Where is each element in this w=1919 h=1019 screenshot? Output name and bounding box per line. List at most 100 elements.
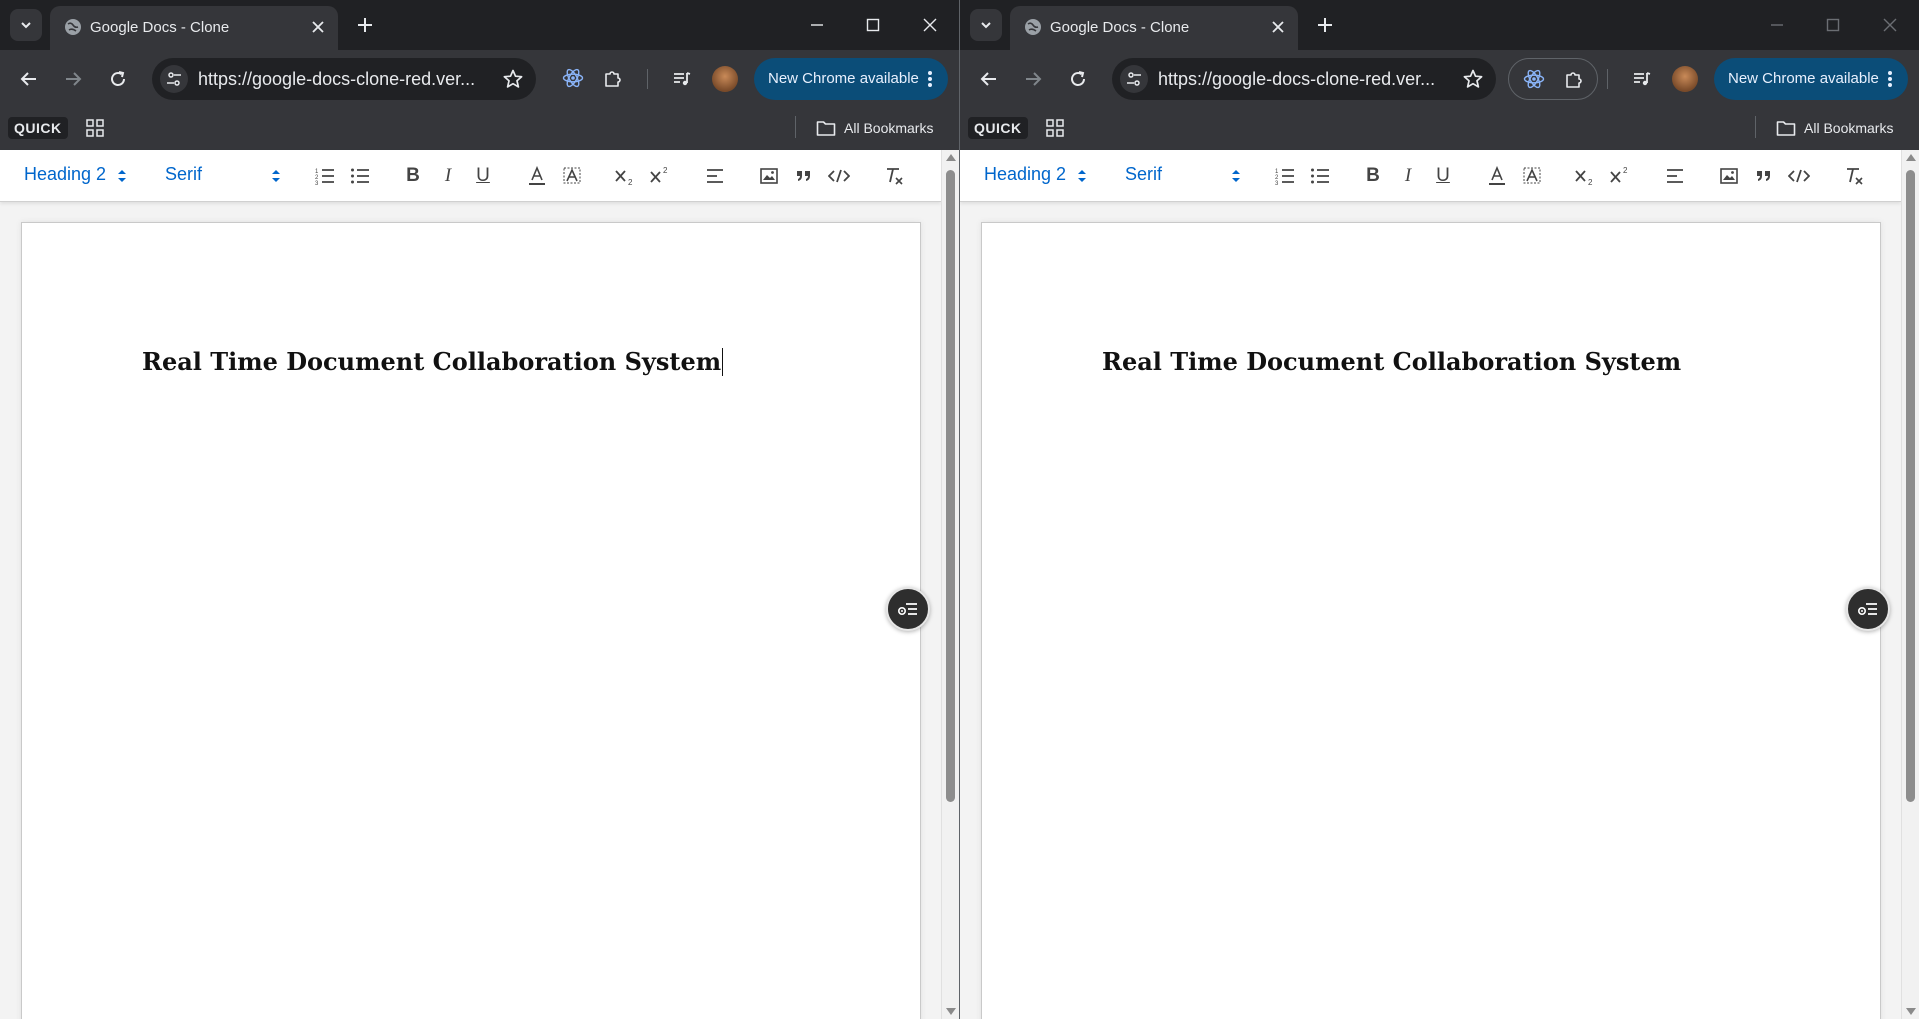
bookmark-star-button[interactable] bbox=[1462, 68, 1484, 90]
profile-avatar[interactable] bbox=[712, 66, 738, 92]
forward-button[interactable] bbox=[1018, 64, 1048, 94]
media-controls-button[interactable] bbox=[667, 64, 697, 94]
ordered-list-button[interactable]: 123 bbox=[312, 163, 338, 189]
all-bookmarks-button[interactable]: All Bookmarks bbox=[816, 116, 933, 140]
bold-button[interactable]: B bbox=[1360, 163, 1386, 189]
tab-search-button[interactable] bbox=[10, 9, 42, 41]
address-bar[interactable]: https://google-docs-clone-red.ver... bbox=[152, 58, 536, 100]
new-chrome-available-button[interactable]: New Chrome available bbox=[754, 58, 948, 100]
back-button[interactable] bbox=[974, 64, 1004, 94]
apps-button[interactable] bbox=[1044, 117, 1066, 139]
heading-select[interactable]: Heading 2 bbox=[984, 164, 1066, 185]
maximize-button[interactable] bbox=[860, 12, 886, 38]
tab-close-button[interactable] bbox=[308, 17, 328, 37]
site-settings-button[interactable] bbox=[1120, 65, 1148, 93]
bullet-list-button[interactable] bbox=[347, 163, 373, 189]
vertical-scrollbar[interactable] bbox=[941, 150, 959, 1019]
back-button[interactable] bbox=[14, 64, 44, 94]
document-heading[interactable]: Real Time Document Collaboration System bbox=[142, 347, 724, 376]
update-label: New Chrome available bbox=[1728, 70, 1879, 87]
code-block-button[interactable] bbox=[1786, 163, 1812, 189]
underline-button[interactable]: U bbox=[1430, 163, 1456, 189]
browser-tab[interactable]: Google Docs - Clone bbox=[1010, 6, 1298, 50]
close-window-button[interactable] bbox=[1877, 12, 1903, 38]
new-chrome-available-button[interactable]: New Chrome available bbox=[1714, 58, 1908, 100]
bullet-list-button[interactable] bbox=[1307, 163, 1333, 189]
clear-formatting-button[interactable] bbox=[881, 163, 907, 189]
background-color-button[interactable] bbox=[559, 163, 585, 189]
ordered-list-button[interactable]: 123 bbox=[1272, 163, 1298, 189]
bookmark-star-button[interactable] bbox=[502, 68, 524, 90]
insert-image-button[interactable] bbox=[756, 163, 782, 189]
address-bar[interactable]: https://google-docs-clone-red.ver... bbox=[1112, 58, 1496, 100]
all-bookmarks-button[interactable]: All Bookmarks bbox=[1776, 116, 1893, 140]
scrollbar-thumb[interactable] bbox=[946, 170, 955, 802]
browser-tab[interactable]: Google Docs - Clone bbox=[50, 6, 338, 50]
scroll-down-arrow[interactable] bbox=[1906, 1008, 1916, 1015]
bookmark-quick[interactable]: QUICK bbox=[8, 117, 68, 139]
align-button[interactable] bbox=[702, 163, 728, 189]
blockquote-button[interactable] bbox=[791, 163, 817, 189]
reload-button[interactable] bbox=[103, 64, 133, 94]
scroll-up-arrow[interactable] bbox=[1906, 154, 1916, 161]
media-controls-button[interactable] bbox=[1627, 64, 1657, 94]
underline-button[interactable]: U bbox=[470, 163, 496, 189]
close-icon bbox=[1272, 21, 1284, 33]
document-outline-button[interactable] bbox=[886, 587, 930, 631]
subscript-icon: 2 bbox=[615, 170, 633, 186]
profile-avatar[interactable] bbox=[1672, 66, 1698, 92]
tab-close-button[interactable] bbox=[1268, 17, 1288, 37]
new-tab-button[interactable] bbox=[352, 12, 378, 38]
vertical-scrollbar[interactable] bbox=[1901, 150, 1919, 1019]
italic-button[interactable]: I bbox=[435, 163, 461, 189]
minimize-button[interactable] bbox=[804, 12, 830, 38]
text-color-button[interactable] bbox=[1484, 163, 1510, 189]
tab-search-button[interactable] bbox=[970, 9, 1002, 41]
blockquote-button[interactable] bbox=[1751, 163, 1777, 189]
tab-title: Google Docs - Clone bbox=[90, 19, 230, 36]
italic-button[interactable]: I bbox=[1395, 163, 1421, 189]
document-page[interactable]: Real Time Document Collaboration System bbox=[21, 222, 921, 1019]
new-tab-button[interactable] bbox=[1312, 12, 1338, 38]
extensions-button[interactable] bbox=[1559, 64, 1589, 94]
chrome-menu-button[interactable] bbox=[920, 68, 940, 90]
reload-icon bbox=[1071, 71, 1085, 86]
more-vertical-icon bbox=[928, 71, 932, 87]
superscript-button[interactable]: 2 bbox=[647, 163, 673, 189]
browser-window-left: Google Docs - Clone https://google-docs-… bbox=[0, 0, 959, 1019]
react-devtools-extension[interactable] bbox=[558, 63, 588, 93]
code-block-button[interactable] bbox=[826, 163, 852, 189]
heading-select[interactable]: Heading 2 bbox=[24, 164, 106, 185]
document-heading[interactable]: Real Time Document Collaboration System bbox=[1102, 347, 1681, 376]
scroll-down-arrow[interactable] bbox=[946, 1008, 956, 1015]
scroll-up-arrow[interactable] bbox=[946, 154, 956, 161]
forward-button[interactable] bbox=[58, 64, 88, 94]
superscript-button[interactable]: 2 bbox=[1607, 163, 1633, 189]
scrollbar-thumb[interactable] bbox=[1906, 170, 1915, 802]
insert-image-button[interactable] bbox=[1716, 163, 1742, 189]
document-outline-button[interactable] bbox=[1846, 587, 1890, 631]
bold-button[interactable]: B bbox=[400, 163, 426, 189]
clear-formatting-button[interactable] bbox=[1841, 163, 1867, 189]
extensions-button[interactable] bbox=[598, 63, 628, 93]
maximize-button[interactable] bbox=[1820, 12, 1846, 38]
chrome-menu-button[interactable] bbox=[1880, 68, 1900, 90]
minimize-button[interactable] bbox=[1764, 12, 1790, 38]
font-select[interactable]: Serif bbox=[165, 164, 202, 185]
background-color-button[interactable] bbox=[1519, 163, 1545, 189]
align-left-icon bbox=[1667, 169, 1683, 183]
select-arrows-icon bbox=[1078, 170, 1086, 182]
font-select[interactable]: Serif bbox=[1125, 164, 1162, 185]
subscript-button[interactable]: 2 bbox=[1572, 163, 1598, 189]
document-page[interactable]: Real Time Document Collaboration System bbox=[981, 222, 1881, 1019]
subscript-button[interactable]: 2 bbox=[612, 163, 638, 189]
site-settings-button[interactable] bbox=[160, 65, 188, 93]
text-color-button[interactable] bbox=[524, 163, 550, 189]
react-devtools-extension[interactable] bbox=[1519, 64, 1549, 94]
reload-button[interactable] bbox=[1063, 64, 1093, 94]
folder-icon bbox=[816, 121, 836, 136]
bookmark-quick[interactable]: QUICK bbox=[968, 117, 1028, 139]
apps-button[interactable] bbox=[84, 117, 106, 139]
close-window-button[interactable] bbox=[917, 12, 943, 38]
align-button[interactable] bbox=[1662, 163, 1688, 189]
